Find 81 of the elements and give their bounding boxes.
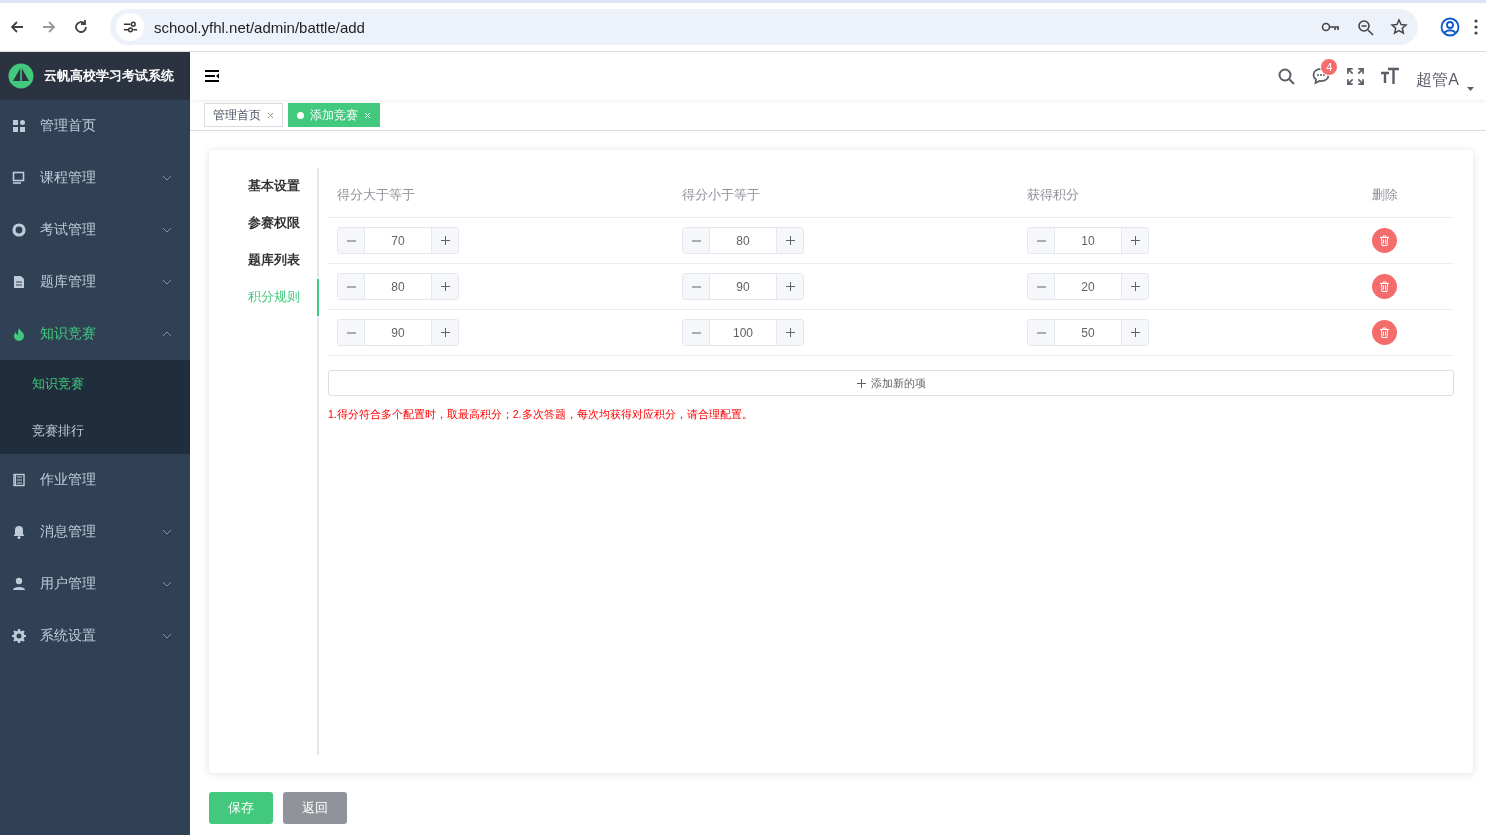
menu-item[interactable]: 管理首页 <box>0 100 190 152</box>
plus-icon <box>1130 282 1140 291</box>
increment-button[interactable] <box>1121 228 1148 253</box>
form-section-tab[interactable]: 基本设置 <box>248 168 319 205</box>
number-stepper[interactable]: 70 <box>337 227 459 254</box>
number-stepper[interactable]: 10 <box>1027 227 1149 254</box>
search-icon[interactable] <box>1278 67 1296 85</box>
monitor-icon <box>12 171 26 185</box>
plus-icon <box>440 282 450 291</box>
trash-icon <box>1380 281 1389 292</box>
submenu-item[interactable]: 知识竞赛 <box>0 360 190 407</box>
person-icon <box>12 577 26 591</box>
increment-button[interactable] <box>1121 320 1148 345</box>
increment-button[interactable] <box>431 228 458 253</box>
caret-icon[interactable] <box>1467 86 1474 91</box>
menu-item[interactable]: 知识竞赛 <box>0 308 190 360</box>
notification-badge: 4 <box>1320 58 1339 76</box>
fullscreen-icon[interactable] <box>1347 67 1365 85</box>
number-stepper[interactable]: 20 <box>1027 273 1149 300</box>
menu-item[interactable]: 作业管理 <box>0 454 190 506</box>
trash-icon <box>1380 235 1389 246</box>
account-icon[interactable] <box>1440 17 1460 37</box>
increment-button[interactable] <box>431 320 458 345</box>
increment-button[interactable] <box>431 274 458 299</box>
active-dot-icon <box>297 111 304 119</box>
plus-icon <box>1130 328 1140 337</box>
ring-icon <box>12 223 26 237</box>
plus-icon <box>785 236 795 245</box>
menu-item[interactable]: 系统设置 <box>0 610 190 662</box>
bell-icon <box>12 525 26 539</box>
form-section-tab[interactable]: 参赛权限 <box>248 205 319 242</box>
close-icon[interactable] <box>267 111 274 119</box>
add-row-button[interactable]: 添加新的项 <box>328 370 1454 396</box>
increment-button[interactable] <box>776 320 803 345</box>
plus-icon <box>440 236 450 245</box>
menu-item[interactable]: 题库管理 <box>0 256 190 308</box>
logo-icon <box>8 63 34 89</box>
number-stepper[interactable]: 80 <box>682 227 804 254</box>
book-icon <box>12 473 26 487</box>
number-stepper[interactable]: 100 <box>682 319 804 346</box>
number-stepper[interactable]: 90 <box>682 273 804 300</box>
app-title: 云帆高校学习考试系统 <box>44 67 174 85</box>
site-settings-icon[interactable] <box>122 19 138 35</box>
delete-button[interactable] <box>1372 228 1397 253</box>
column-header: 得分大于等于 <box>337 187 415 204</box>
column-header: 得分小于等于 <box>682 187 760 204</box>
menu-item[interactable]: 消息管理 <box>0 506 190 558</box>
column-header: 删除 <box>1372 187 1398 204</box>
page-tab[interactable]: 管理首页 <box>204 103 283 127</box>
plus-icon <box>1130 236 1140 245</box>
delete-button[interactable] <box>1372 320 1397 345</box>
menu-icon[interactable] <box>205 70 220 82</box>
hint-text: 1.得分符合多个配置时，取最高积分；2.多次答题，每次均获得对应积分，请合理配置。 <box>328 408 754 422</box>
plus-icon <box>856 378 866 388</box>
user-name[interactable]: 超管A <box>1416 69 1459 91</box>
menu-item[interactable]: 考试管理 <box>0 204 190 256</box>
text-size-icon[interactable] <box>1381 67 1400 85</box>
grid-icon <box>12 119 26 133</box>
trash-icon <box>1380 327 1389 338</box>
document-icon <box>12 275 26 289</box>
number-stepper[interactable]: 90 <box>337 319 459 346</box>
plus-icon <box>785 282 795 291</box>
increment-button[interactable] <box>776 274 803 299</box>
star-icon[interactable] <box>1390 18 1408 36</box>
menu-item[interactable]: 用户管理 <box>0 558 190 610</box>
submenu-item[interactable]: 竞赛排行 <box>0 407 190 454</box>
reload-icon[interactable] <box>72 18 90 36</box>
gear-icon <box>12 629 26 643</box>
number-stepper[interactable]: 80 <box>337 273 459 300</box>
form-section-tab[interactable]: 题库列表 <box>248 242 319 279</box>
zoom-out-icon[interactable] <box>1357 18 1374 36</box>
column-header: 获得积分 <box>1027 187 1079 204</box>
increment-button[interactable] <box>1121 274 1148 299</box>
flame-icon <box>12 327 26 341</box>
plus-icon <box>785 328 795 337</box>
delete-button[interactable] <box>1372 274 1397 299</box>
more-icon[interactable] <box>1474 18 1478 36</box>
increment-button[interactable] <box>776 228 803 253</box>
plus-icon <box>440 328 450 337</box>
menu-item[interactable]: 课程管理 <box>0 152 190 204</box>
number-stepper[interactable]: 50 <box>1027 319 1149 346</box>
